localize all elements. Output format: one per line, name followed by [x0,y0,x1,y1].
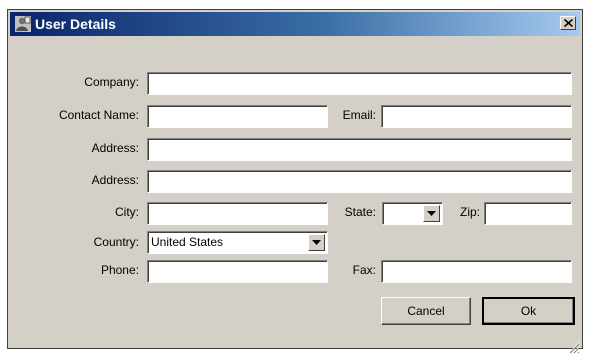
country-dropdown-button[interactable] [308,234,325,251]
resize-grip-icon[interactable] [566,340,580,354]
close-icon [564,19,573,27]
zip-label: Zip: [459,205,480,219]
contact-name-field[interactable] [147,105,328,128]
cancel-button[interactable]: Cancel [381,297,471,325]
address2-label: Address: [91,173,139,187]
phone-label: Phone: [100,263,139,277]
chevron-down-icon [427,211,436,216]
contact-name-label: Contact Name: [58,108,139,122]
chevron-down-icon [312,240,321,245]
state-label: State: [344,205,376,219]
address2-field[interactable] [147,170,572,193]
country-value: United States [151,235,224,249]
company-field[interactable] [147,72,572,95]
city-field[interactable] [147,202,328,225]
close-button[interactable] [560,16,576,30]
title-bar[interactable]: User Details [10,12,580,36]
address1-field[interactable] [147,138,572,161]
email-label: Email: [342,108,376,122]
city-label: City: [115,205,139,219]
ok-button[interactable]: Ok [482,297,575,325]
state-dropdown-button[interactable] [423,205,440,222]
user-details-dialog: User Details Company: Contact Name: Emai… [7,9,583,354]
zip-field[interactable] [484,202,572,225]
state-select[interactable] [382,202,443,225]
country-select[interactable]: United States [147,231,328,254]
fax-field[interactable] [381,260,572,283]
address1-label: Address: [91,141,139,155]
phone-field[interactable] [147,260,328,283]
user-details-app-icon [15,16,31,32]
fax-label: Fax: [352,263,376,277]
country-label: Country: [93,235,139,249]
email-field[interactable] [381,105,572,128]
window-title: User Details [35,16,116,32]
company-label: Company: [84,75,139,89]
